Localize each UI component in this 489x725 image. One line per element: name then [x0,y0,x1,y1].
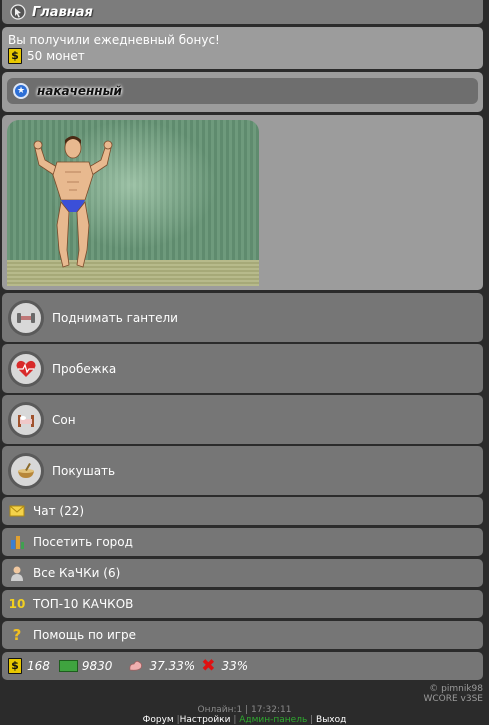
menu-label: Посетить город [33,535,133,549]
muscle-icon [128,658,144,675]
footer-copyright: © pimnik98 WCORE v3SE [0,684,489,704]
footer-link-exit[interactable]: Выход [316,715,346,725]
rank-bar: ★ накаченный [7,78,478,104]
action-label: Покушать [52,463,116,478]
menu-label: Помощь по игре [33,628,137,642]
copyright-text: © pimnik98 [429,684,483,694]
menu-help[interactable]: ? Помощь по игре [2,621,483,649]
coin-icon: $ [8,48,22,64]
menu-all-players[interactable]: Все КаЧКи (6) [2,559,483,587]
footer-link-forum[interactable]: Форум [143,715,174,725]
envelope-icon [9,503,25,519]
muscle-value: 37.33% [149,659,196,673]
menu-label: Все КаЧКи (6) [33,566,121,580]
star-badge-icon: ★ [13,83,29,99]
online-status: Онлайн:1 | 17:32:11 [197,705,292,715]
bonus-text: Вы получили ежедневный бонус! [8,33,220,47]
coin-icon: $ [8,658,22,674]
footer-link-settings[interactable]: Настройки [180,715,231,725]
money-icon [58,660,78,672]
action-eat[interactable]: Покушать [2,446,483,495]
engine-text: WCORE v3SE [423,694,483,704]
dumbbell-icon [8,299,44,336]
menu-label: Чат (22) [33,504,85,518]
page-title: Главная [32,4,93,20]
rank-label: накаченный [37,84,122,98]
avatar-panel [2,115,483,290]
bonus-amount: 50 монет [27,48,85,63]
action-label: Пробежка [52,361,117,376]
top10-icon: 10 [8,597,26,611]
footer-links: Форум |Настройки | Админ-панель | Выход [142,715,347,725]
rank-panel: ★ накаченный [2,72,483,112]
action-run[interactable]: Пробежка [2,344,483,393]
fatigue-x-icon: ✖ [201,656,216,676]
cursor-icon [10,4,26,20]
action-label: Поднимать гантели [52,310,178,325]
food-bowl-icon [8,452,44,489]
money-value: 9830 [81,659,113,673]
action-lift-dumbbells[interactable]: Поднимать гантели [2,293,483,342]
action-sleep[interactable]: Сон [2,395,483,444]
footer-link-admin[interactable]: Админ-панель [239,715,307,725]
character-scene [7,120,259,286]
menu-label: ТОП-10 КАЧКОВ [33,597,134,611]
question-icon: ? [12,626,22,644]
action-label: Сон [52,412,76,427]
person-icon [9,565,25,581]
menu-chat[interactable]: Чат (22) [2,497,483,525]
bed-icon [8,401,44,438]
bonus-notice: Вы получили ежедневный бонус! $ 50 монет [2,27,483,69]
header-bar[interactable]: Главная [2,0,483,24]
city-icon [9,534,25,550]
menu-top10[interactable]: 10 ТОП-10 КАЧКОВ [2,590,483,618]
heart-rate-icon [8,350,44,387]
fatigue-value: 33% [221,659,249,673]
coins-value: 168 [27,659,50,673]
stats-bar: $ 168 9830 37.33% ✖ 33% [2,652,483,680]
bodybuilder-avatar [33,136,113,268]
menu-city[interactable]: Посетить город [2,528,483,556]
